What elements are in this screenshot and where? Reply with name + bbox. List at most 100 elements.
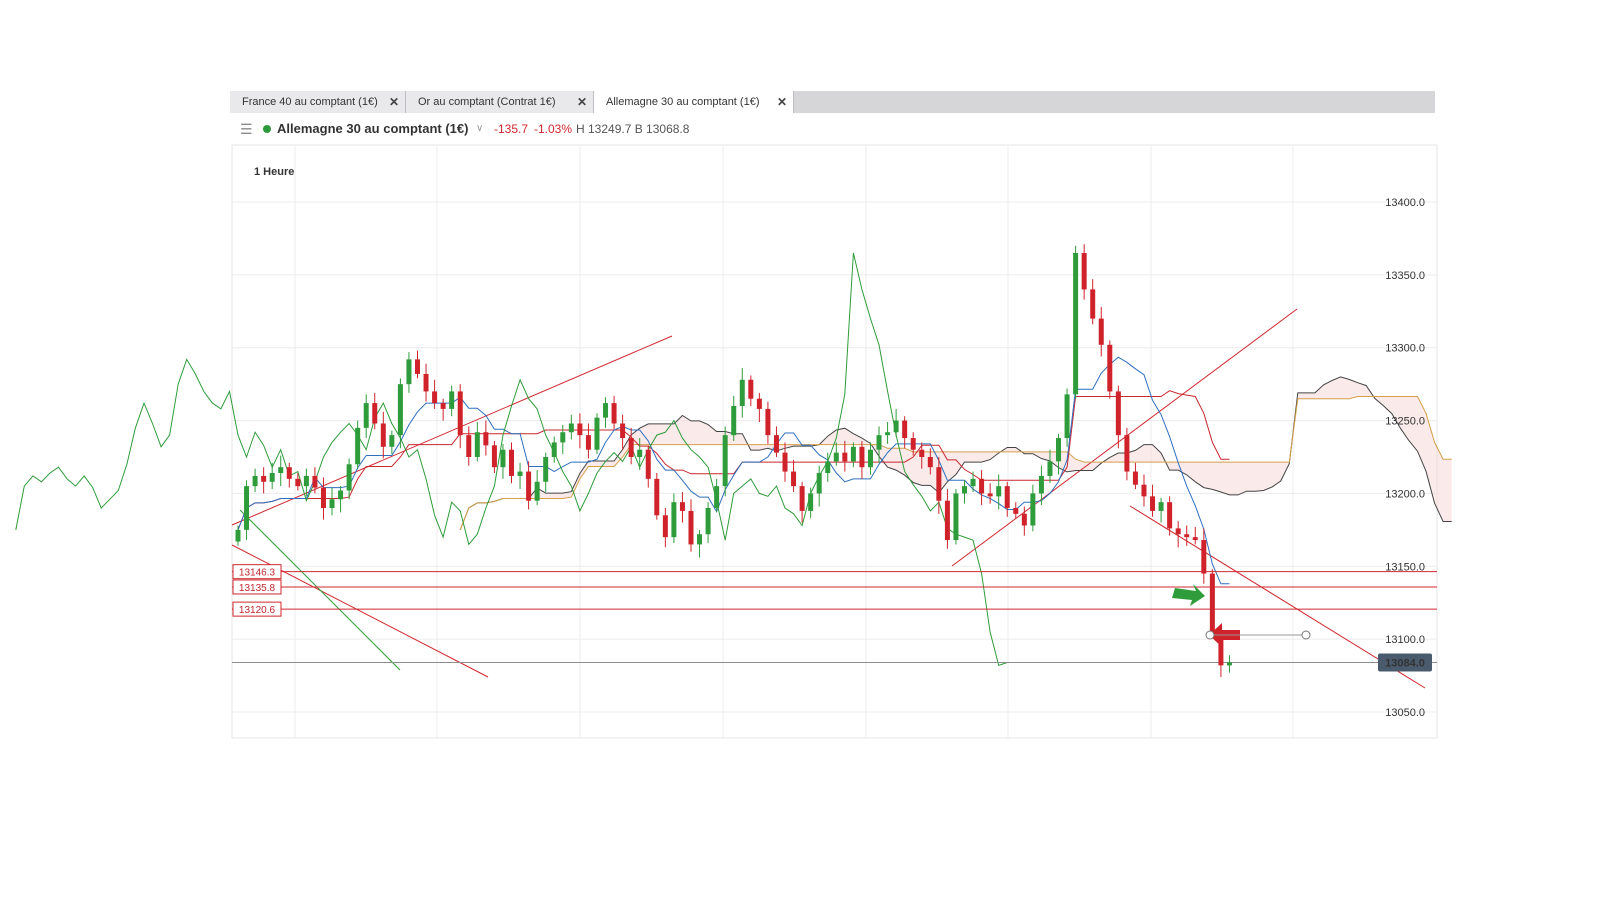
candle-body [808, 493, 814, 511]
candle-body [500, 449, 506, 468]
candle-body [902, 420, 908, 439]
candle-body [867, 449, 873, 468]
candle-body [714, 486, 720, 508]
candle-body [885, 432, 891, 436]
candle-body [1090, 289, 1096, 319]
candle-body [1004, 486, 1010, 508]
candle-body [748, 379, 754, 399]
candle-body [722, 435, 728, 487]
candle-body [585, 435, 591, 450]
candle-body [645, 449, 651, 479]
candle-body [397, 384, 403, 436]
candle-body [389, 435, 395, 447]
candle-body [842, 452, 848, 462]
candle-body [850, 446, 856, 462]
candle-body [654, 478, 660, 516]
candle-body [1209, 573, 1215, 632]
candle-body [1184, 534, 1190, 538]
candle-body [628, 438, 634, 457]
price-chart[interactable]: 13146.3 13135.8 13120.6 13400.0 13350.0 1330… [0, 0, 1600, 900]
candle-body [1175, 528, 1181, 535]
candle-body [756, 398, 762, 409]
measure-handle-end [1301, 630, 1311, 640]
candle-body [799, 486, 805, 511]
candle-body [286, 467, 292, 479]
candle-body [816, 473, 822, 494]
candle-body [1226, 662, 1232, 666]
candle-body [961, 486, 967, 494]
candle-body [551, 442, 557, 457]
candle-body [859, 446, 865, 468]
candle-body [679, 502, 685, 511]
candle-body [611, 403, 617, 424]
candle-body [1124, 435, 1130, 472]
candle-body [509, 449, 515, 476]
candle-body [363, 403, 369, 428]
candle-body [269, 473, 275, 482]
candle-body [235, 529, 241, 542]
candle-body [825, 461, 831, 474]
candle-body [278, 467, 284, 474]
candle-body [295, 478, 301, 487]
candle-body [671, 502, 677, 538]
candle-body [594, 417, 600, 450]
candle-body [876, 435, 882, 450]
candle-body [1030, 493, 1036, 526]
candle-body [526, 471, 532, 501]
candle-body [603, 403, 609, 418]
y-tick-label: 13050.0 [1385, 707, 1425, 719]
candle-body [773, 435, 779, 453]
y-tick-label: 13350.0 [1385, 270, 1425, 282]
candle-body [372, 403, 378, 424]
candle-body [893, 420, 899, 433]
last-price-label: 13084.0 [1385, 657, 1425, 669]
candle-body [1167, 502, 1173, 529]
candle-body [1064, 394, 1070, 439]
candle-body [244, 486, 250, 530]
candle-body [765, 408, 771, 436]
candle-body [953, 493, 959, 541]
candle-body [919, 449, 925, 457]
candle-body [1013, 508, 1019, 514]
candle-body [1081, 253, 1087, 290]
level-label: 13120.6 [239, 605, 276, 616]
candle-body [1150, 496, 1156, 511]
candle-body [338, 490, 344, 500]
y-tick-label: 13300.0 [1385, 343, 1425, 355]
candle-body [970, 478, 976, 487]
y-tick-label: 13200.0 [1385, 488, 1425, 500]
candle-body [329, 499, 335, 508]
candle-body [1098, 318, 1104, 345]
candle-body [620, 423, 626, 439]
candle-body [1132, 471, 1138, 485]
candle-body [662, 515, 668, 538]
timeframe-label[interactable]: 1 Heure [254, 166, 294, 178]
candle-body [320, 487, 326, 508]
candle-body [380, 423, 386, 447]
candle-body [791, 471, 797, 487]
candle-body [491, 445, 497, 468]
candle-body [440, 403, 446, 409]
candle-body [987, 493, 993, 497]
candle-body [1107, 344, 1113, 392]
candle-body [1056, 438, 1062, 462]
candle-body [1047, 461, 1053, 476]
y-tick-label: 13100.0 [1385, 634, 1425, 646]
candle-body [979, 478, 985, 494]
candle-body [833, 452, 839, 462]
candle-body [568, 423, 574, 433]
level-label: 13146.3 [239, 568, 276, 579]
candle-body [1073, 253, 1079, 395]
candle-body [517, 471, 523, 476]
candle-body [457, 391, 463, 436]
candle-body [406, 359, 412, 385]
candle-body [423, 373, 429, 392]
candle-body [483, 432, 489, 446]
candle-body [697, 534, 703, 545]
candle-body [432, 391, 438, 404]
candle-body [927, 457, 933, 468]
candle-body [543, 457, 549, 482]
candle-body [252, 475, 258, 487]
candle-body [739, 379, 745, 406]
candle-body [910, 438, 916, 450]
